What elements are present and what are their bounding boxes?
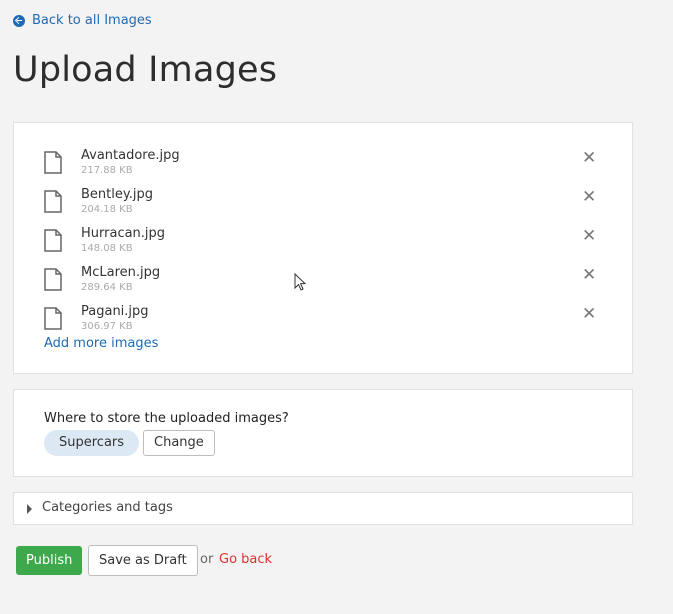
file-item: Bentley.jpg 204.18 KB ✕ [44,184,602,220]
file-item: Avantadore.jpg 217.88 KB ✕ [44,145,602,181]
storage-panel: Where to store the uploaded images? Supe… [13,389,633,477]
file-name: McLaren.jpg [81,265,161,280]
change-folder-button[interactable]: Change [143,430,215,456]
page-title: Upload Images [13,50,278,90]
mouse-cursor-icon [294,273,306,291]
file-name: Pagani.jpg [81,304,149,319]
back-to-images-link[interactable]: Back to all Images [13,13,152,28]
file-name: Bentley.jpg [81,187,153,202]
file-size: 148.08 KB [81,243,133,254]
file-item: Hurracan.jpg 148.08 KB ✕ [44,223,602,259]
file-icon [44,190,62,213]
file-icon [44,151,62,174]
add-more-images-link[interactable]: Add more images [44,336,158,351]
close-icon[interactable]: ✕ [582,267,596,284]
file-item: McLaren.jpg 289.64 KB ✕ [44,262,602,298]
publish-button[interactable]: Publish [16,546,83,575]
close-icon[interactable]: ✕ [582,228,596,245]
file-icon [44,307,62,330]
go-back-link[interactable]: Go back [219,552,272,567]
storage-question: Where to store the uploaded images? [44,411,289,426]
close-icon[interactable]: ✕ [582,306,596,323]
file-name: Avantadore.jpg [81,148,180,163]
save-draft-button[interactable]: Save as Draft [88,545,198,576]
categories-toggle[interactable]: Categories and tags [13,492,633,525]
or-text: or [200,552,214,567]
file-size: 289.64 KB [81,282,133,293]
file-icon [44,268,62,291]
file-list-panel: Avantadore.jpg 217.88 KB ✕ Bentley.jpg 2… [13,122,633,374]
folder-chip: Supercars [44,430,140,456]
close-icon[interactable]: ✕ [582,150,596,167]
caret-right-icon [27,504,32,514]
file-size: 306.97 KB [81,321,133,332]
file-size: 204.18 KB [81,204,133,215]
back-link-label: Back to all Images [32,13,152,28]
file-icon [44,229,62,252]
categories-label: Categories and tags [42,500,173,515]
file-name: Hurracan.jpg [81,226,166,241]
file-size: 217.88 KB [81,165,133,176]
file-item: Pagani.jpg 306.97 KB ✕ [44,301,602,337]
arrow-circle-left-icon [13,14,25,27]
close-icon[interactable]: ✕ [582,189,596,206]
